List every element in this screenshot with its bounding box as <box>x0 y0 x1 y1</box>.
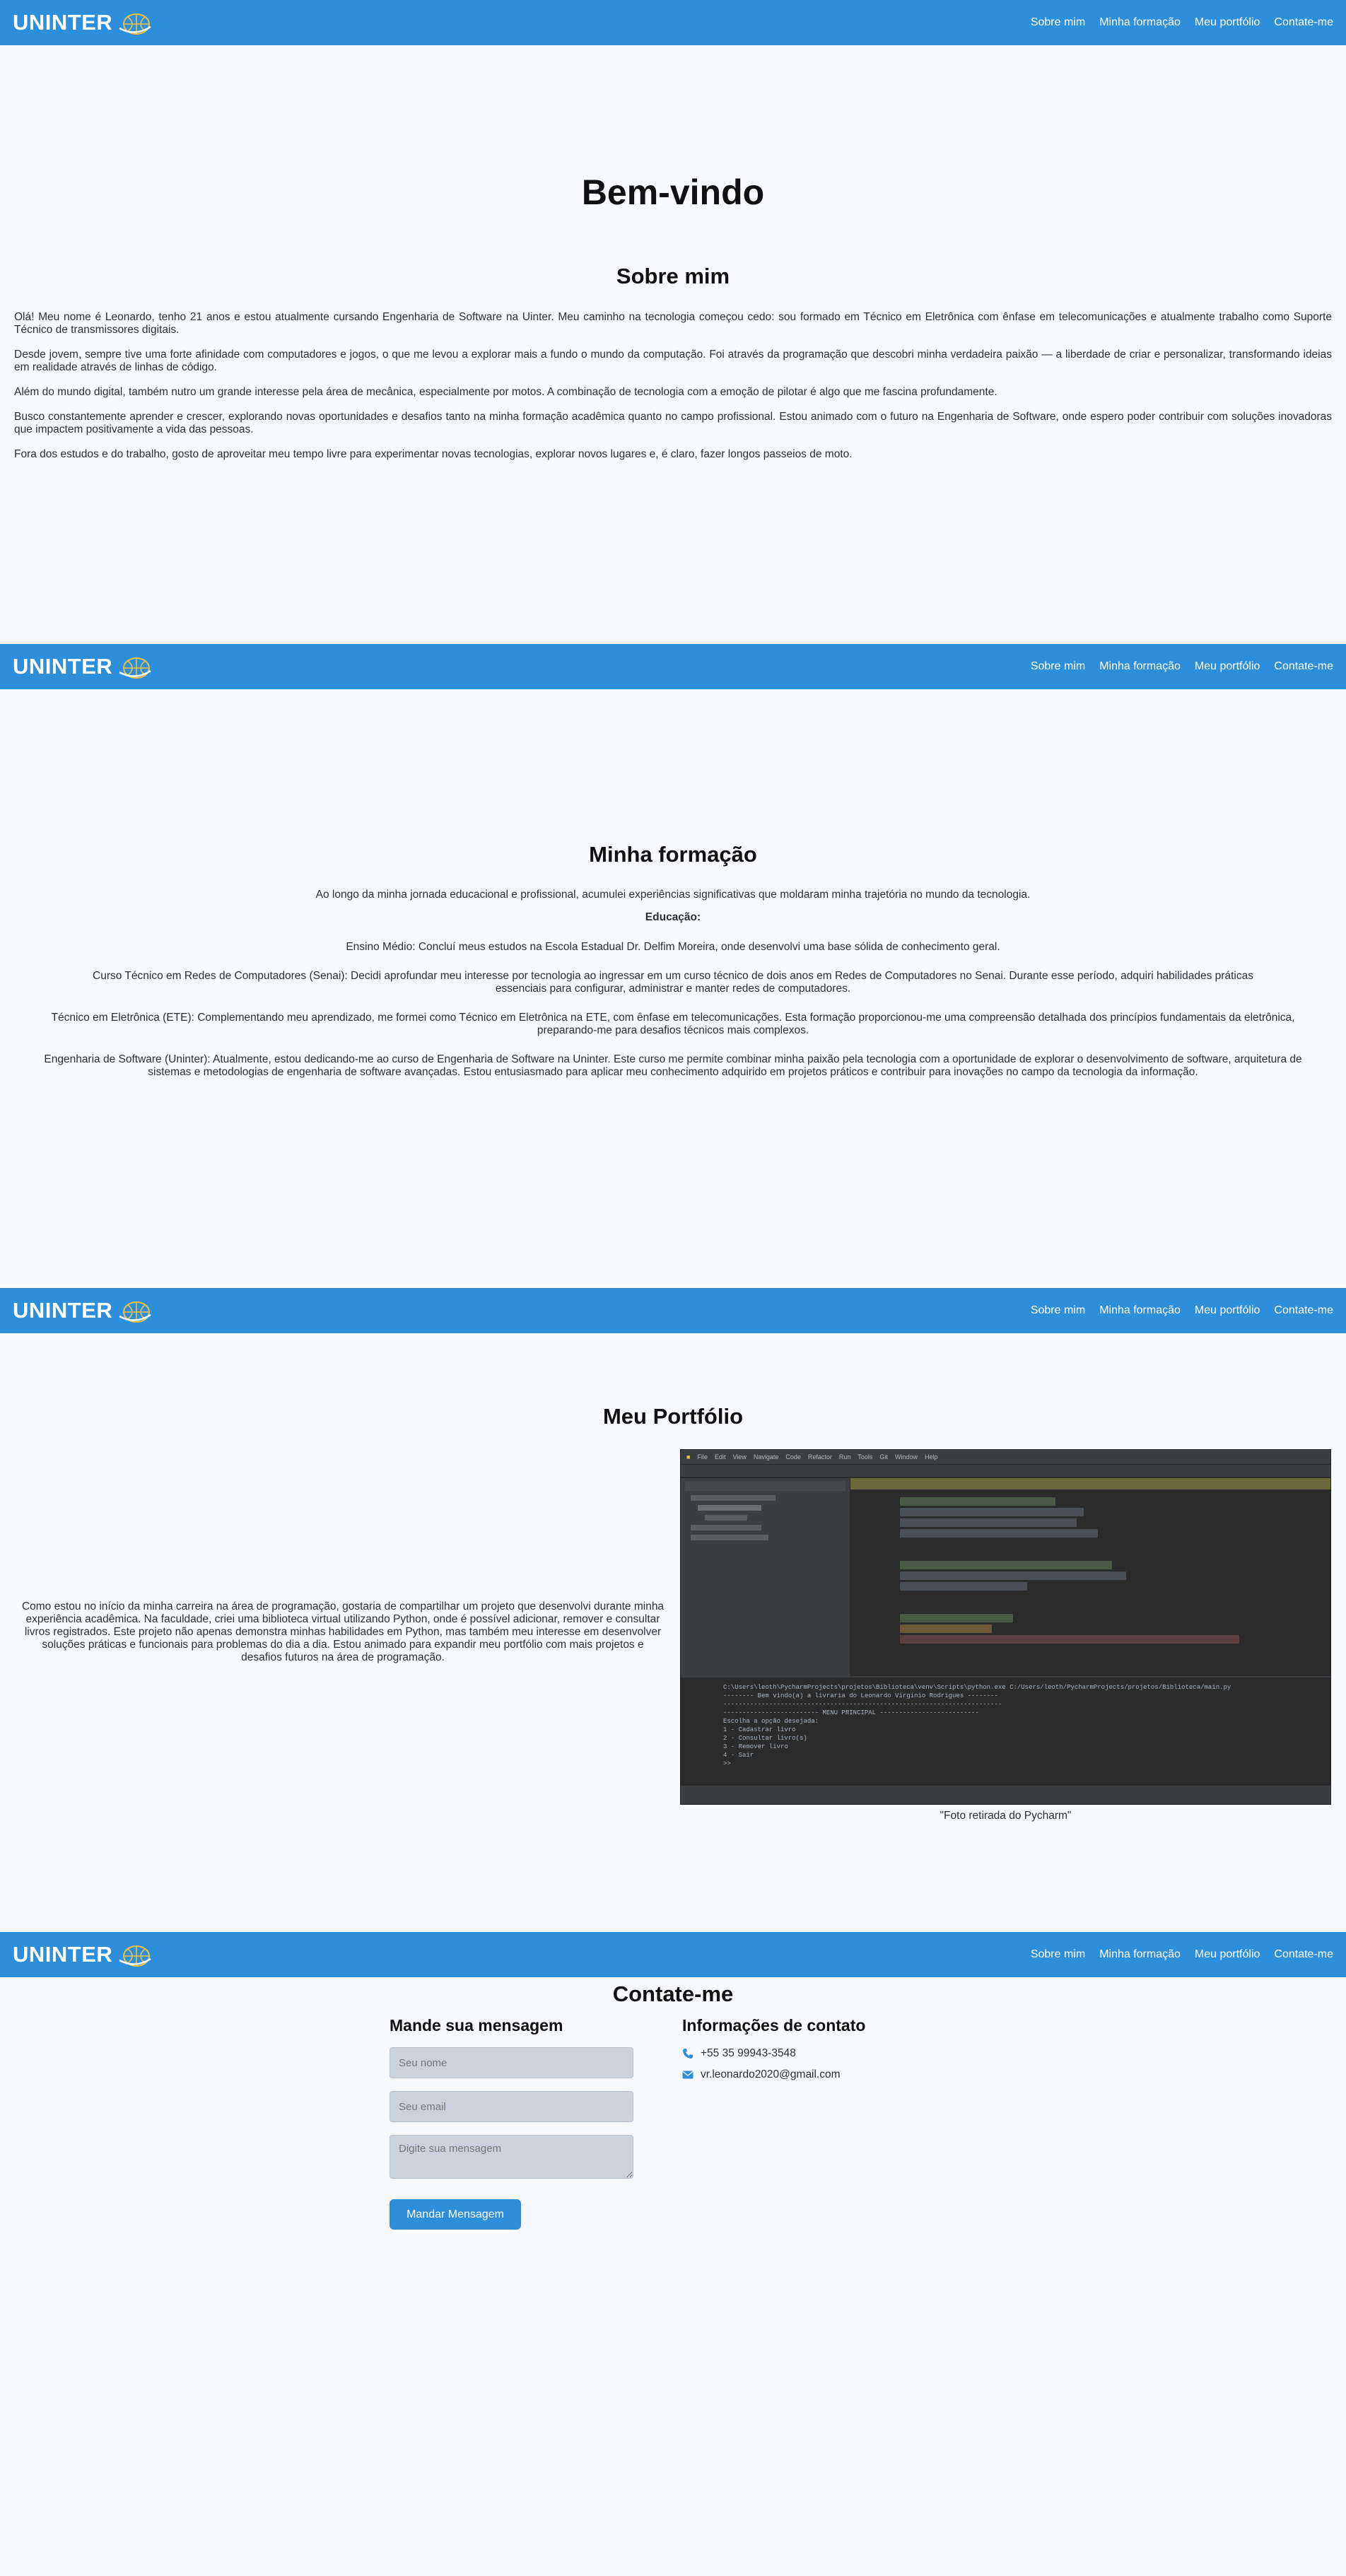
nav-link-education[interactable]: Minha formação <box>1099 660 1181 673</box>
email-input[interactable] <box>390 2091 633 2122</box>
about-paragraph: Olá! Meu nome é Leonardo, tenho 21 anos … <box>14 311 1332 336</box>
nav-link-portfolio[interactable]: Meu portfólio <box>1195 1948 1260 1961</box>
console-line: 4 - Sair <box>723 1752 754 1759</box>
email-text: vr.leonardo2020@gmail.com <box>701 2068 841 2080</box>
nav-link-contact[interactable]: Contate-me <box>1274 1304 1333 1317</box>
nav-link-contact[interactable]: Contate-me <box>1274 16 1333 29</box>
education-section: UNINTER Sobre mim Minha formação Meu por… <box>0 644 1346 1288</box>
portfolio-caption: "Foto retirada do Pycharm" <box>940 1810 1072 1822</box>
nav-link-about[interactable]: Sobre mim <box>1031 660 1085 673</box>
phone-text: +55 35 99943-3548 <box>701 2047 796 2059</box>
ide-run-console: C:\Users\leoth\PycharmProjects\projetos\… <box>681 1676 1330 1786</box>
nav-link-portfolio[interactable]: Meu portfólio <box>1195 1304 1260 1317</box>
contact-section: UNINTER Sobre mim Minha formação Meu por… <box>0 1932 1346 2576</box>
console-line: ------------------------- MENU PRINCIPAL… <box>723 1709 979 1716</box>
nav-link-education[interactable]: Minha formação <box>1099 16 1181 29</box>
logo[interactable]: UNINTER <box>13 1940 152 1969</box>
logo-globe-icon <box>119 657 151 679</box>
about-title: Sobre mim <box>616 264 730 288</box>
console-line: 1 - Cadastrar livro <box>723 1726 796 1733</box>
ide-status-bar <box>681 1786 1330 1804</box>
nav-link-about[interactable]: Sobre mim <box>1031 1304 1085 1317</box>
logo-globe-icon <box>119 1301 151 1323</box>
contact-title: Contate-me <box>612 1981 734 2006</box>
nav-links: Sobre mim Minha formação Meu portfólio C… <box>1031 16 1333 29</box>
logo-text: UNINTER <box>13 654 113 679</box>
phone-icon <box>683 2049 693 2059</box>
navbar: UNINTER Sobre mim Minha formação Meu por… <box>0 0 1346 45</box>
logo-text: UNINTER <box>13 1298 113 1323</box>
console-line: C:\Users\leoth\PycharmProjects\projetos\… <box>723 1684 1231 1691</box>
education-subtitle: Educação: <box>645 911 701 923</box>
logo[interactable]: UNINTER <box>13 652 152 681</box>
contact-form: Mande sua mensagem Mandar Mensagem <box>390 2016 633 2230</box>
navbar: UNINTER Sobre mim Minha formação Meu por… <box>0 1288 1346 1333</box>
about-section: UNINTER Sobre mim Minha formação Meu por… <box>0 0 1346 644</box>
education-title: Minha formação <box>589 842 757 867</box>
nav-link-about[interactable]: Sobre mim <box>1031 16 1085 29</box>
navbar: UNINTER Sobre mim Minha formação Meu por… <box>0 1932 1346 1977</box>
contact-info: Informações de contato +55 35 99943-3548… <box>682 2016 965 2090</box>
nav-link-about[interactable]: Sobre mim <box>1031 1948 1085 1961</box>
education-item: Ensino Médio: Concluí meus estudos na Es… <box>346 941 1000 953</box>
education-item: Técnico em Eletrônica (ETE): Complementa… <box>51 1012 1295 1036</box>
logo[interactable]: UNINTER <box>13 1296 152 1325</box>
education-intro: Ao longo da minha jornada educacional e … <box>315 889 1031 901</box>
console-line: -------- Bem vindo(a) a livraria do Leon… <box>723 1692 998 1699</box>
about-paragraph: Busco constantemente aprender e crescer,… <box>14 411 1332 435</box>
education-item: Curso Técnico em Redes de Computadores (… <box>93 970 1253 995</box>
navbar: UNINTER Sobre mim Minha formação Meu por… <box>0 644 1346 689</box>
email-row: vr.leonardo2020@gmail.com <box>682 2068 965 2081</box>
about-paragraph: Fora dos estudos e do trabalho, gosto de… <box>14 448 853 460</box>
envelope-icon <box>682 2071 694 2079</box>
message-textarea[interactable] <box>390 2135 633 2179</box>
console-line: >> <box>723 1760 731 1767</box>
logo-text: UNINTER <box>13 10 113 35</box>
ide-code-editor <box>850 1478 1330 1676</box>
logo-globe-icon <box>119 13 151 35</box>
logo[interactable]: UNINTER <box>13 8 152 37</box>
console-line: 2 - Consultar livro(s) <box>723 1735 807 1742</box>
education-text: Ao longo da minha jornada educacional e … <box>0 889 1346 1079</box>
nav-links: Sobre mim Minha formação Meu portfólio C… <box>1031 660 1333 673</box>
ide-project-panel <box>681 1478 850 1676</box>
about-paragraph: Além do mundo digital, também nutro um g… <box>14 386 997 398</box>
console-line: Escolha a opção desejada: <box>723 1718 819 1725</box>
nav-link-portfolio[interactable]: Meu portfólio <box>1195 660 1260 673</box>
form-title: Mande sua mensagem <box>390 2016 563 2035</box>
nav-link-portfolio[interactable]: Meu portfólio <box>1195 16 1260 29</box>
nav-link-contact[interactable]: Contate-me <box>1274 660 1333 673</box>
portfolio-description: Como estou no início da minha carreira n… <box>21 1600 665 1663</box>
logo-text: UNINTER <box>13 1942 113 1967</box>
portfolio-title: Meu Portfólio <box>602 1404 744 1429</box>
ide-warning-bar <box>850 1478 1330 1489</box>
nav-link-education[interactable]: Minha formação <box>1099 1948 1181 1961</box>
nav-link-contact[interactable]: Contate-me <box>1274 1948 1333 1961</box>
phone-row: +55 35 99943-3548 <box>682 2047 965 2060</box>
console-line: 3 - Remover livro <box>723 1743 788 1750</box>
education-item: Engenharia de Software (Uninter): Atualm… <box>44 1053 1302 1078</box>
ide-toolbar <box>681 1464 1330 1477</box>
nav-link-education[interactable]: Minha formação <box>1099 1304 1181 1317</box>
about-text: Olá! Meu nome é Leonardo, tenho 21 anos … <box>0 311 1346 473</box>
portfolio-section: UNINTER Sobre mim Minha formação Meu por… <box>0 1288 1346 1932</box>
about-paragraph: Desde jovem, sempre tive uma forte afini… <box>14 349 1332 373</box>
name-input[interactable] <box>390 2047 633 2078</box>
welcome-title: Bem-vindo <box>581 172 765 212</box>
send-message-button[interactable]: Mandar Mensagem <box>390 2199 521 2230</box>
ide-menu-bar: ■ File Edit View Navigate Code Refactor Run Tool… <box>681 1450 1330 1464</box>
logo-globe-icon <box>119 1945 151 1967</box>
info-title: Informações de contato <box>682 2016 866 2035</box>
console-line: ----------------------------------------… <box>723 1701 1002 1708</box>
nav-links: Sobre mim Minha formação Meu portfólio C… <box>1031 1948 1333 1961</box>
nav-links: Sobre mim Minha formação Meu portfólio C… <box>1031 1304 1333 1317</box>
portfolio-screenshot: ■ File Edit View Navigate Code Refactor Run Tool… <box>680 1449 1331 1805</box>
